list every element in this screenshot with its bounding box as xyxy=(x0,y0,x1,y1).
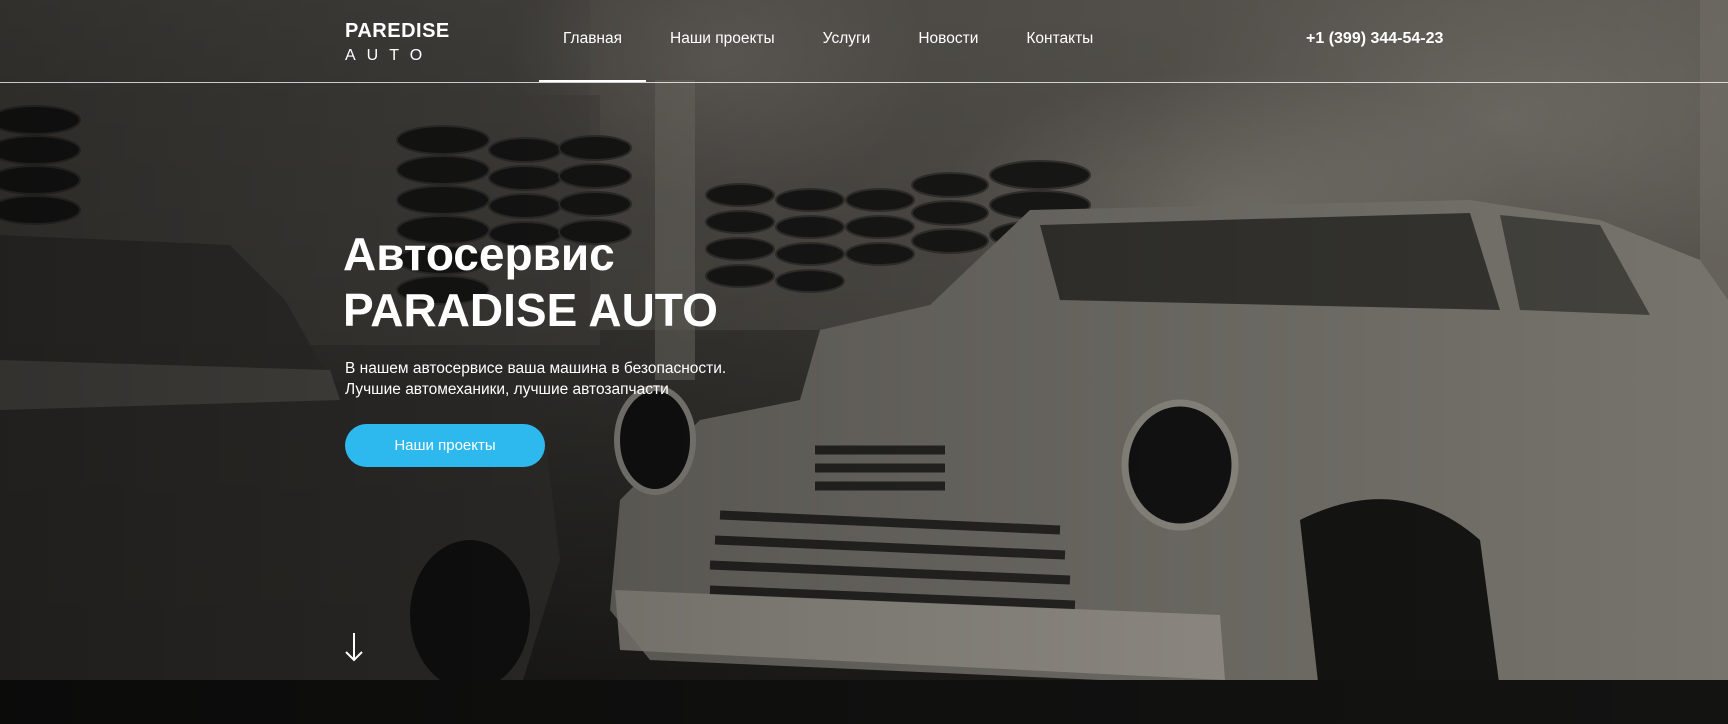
hero-subtitle-line2: Лучшие автомеханики, лучшие автозапчасти xyxy=(345,381,669,398)
dark-overlay xyxy=(0,0,1728,724)
logo[interactable]: PAREDISE AUTO xyxy=(345,20,450,66)
nav-item-services[interactable]: Услуги xyxy=(823,30,871,48)
main-nav: Главная Наши проекты Услуги Новости Конт… xyxy=(539,30,1141,82)
nav-item-home[interactable]: Главная xyxy=(539,30,646,82)
logo-line2: AUTO xyxy=(345,47,434,64)
hero-subtitle-line1: В нашем автосервисе ваша машина в безопа… xyxy=(345,360,727,377)
nav-item-projects[interactable]: Наши проекты xyxy=(670,30,775,48)
hero-subtitle: В нашем автосервисе ваша машина в безопа… xyxy=(345,358,726,400)
hero-section: PAREDISE AUTO Главная Наши проекты Услуг… xyxy=(0,0,1728,724)
hero-title: Автосервис PARADISE AUTO xyxy=(343,226,718,338)
logo-line1: PAREDISE xyxy=(345,20,450,42)
hero-title-line1: Автосервис xyxy=(343,228,615,280)
hero-title-line2: PARADISE AUTO xyxy=(343,284,718,336)
nav-item-news[interactable]: Новости xyxy=(918,30,978,48)
arrow-down-icon[interactable] xyxy=(340,630,368,664)
nav-item-contacts[interactable]: Контакты xyxy=(1026,30,1093,48)
phone-number[interactable]: +1 (399) 344-54-23 xyxy=(1306,30,1443,48)
our-projects-button[interactable]: Наши проекты xyxy=(345,424,545,467)
site-header: PAREDISE AUTO Главная Наши проекты Услуг… xyxy=(0,0,1728,83)
